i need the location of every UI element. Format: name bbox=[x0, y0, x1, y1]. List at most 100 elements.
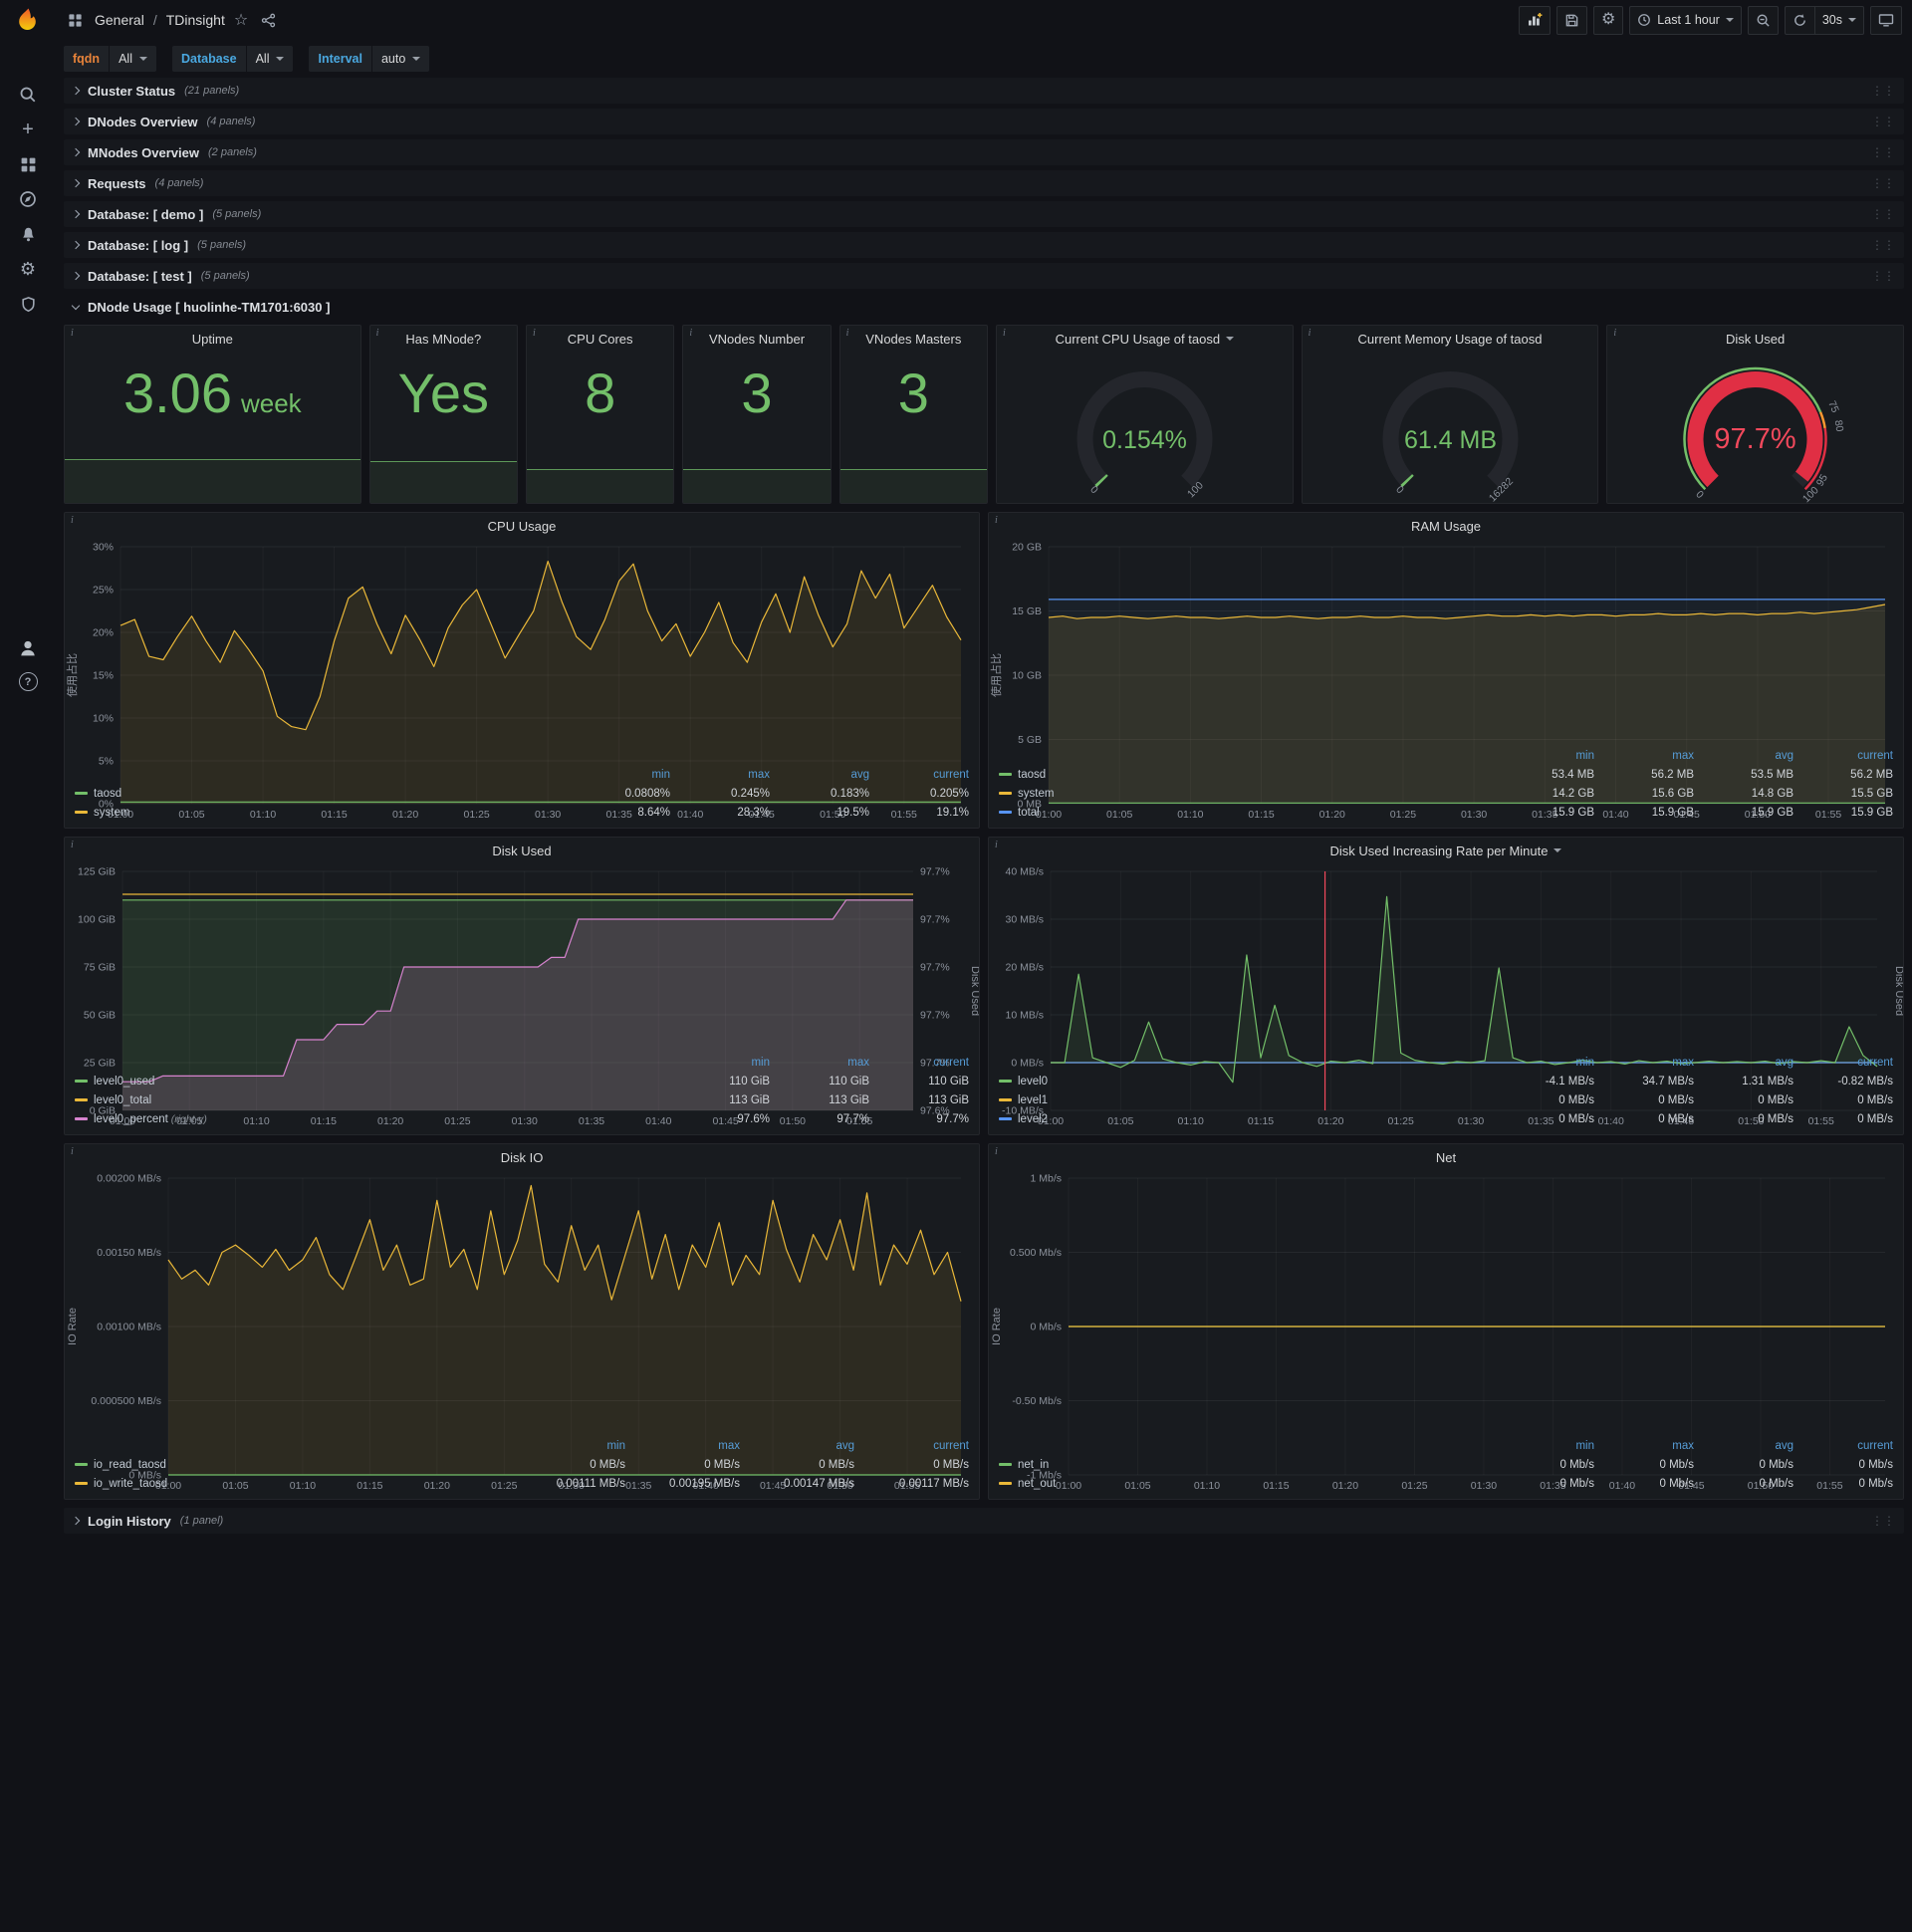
legend-series-name[interactable]: total bbox=[1018, 807, 1040, 819]
panel-info-icon[interactable]: i bbox=[71, 515, 74, 526]
legend-series-swatch[interactable] bbox=[999, 810, 1012, 814]
drag-handle-icon[interactable]: ⋮⋮ bbox=[1871, 176, 1895, 190]
dashboard-settings-button[interactable]: ⚙ bbox=[1592, 5, 1624, 35]
breadcrumb-section[interactable]: General bbox=[95, 12, 144, 28]
row-title[interactable]: Database: [ demo ] bbox=[88, 207, 203, 222]
legend-series-swatch[interactable] bbox=[75, 791, 88, 795]
refresh-interval-picker[interactable]: 30s bbox=[1813, 5, 1864, 35]
panel-info-icon[interactable]: i bbox=[71, 840, 74, 850]
legend-series-swatch[interactable] bbox=[999, 1462, 1012, 1466]
panel-title[interactable]: Net bbox=[989, 1144, 1903, 1170]
breadcrumb-title[interactable]: TDinsight bbox=[166, 12, 225, 28]
panel-info-icon[interactable]: i bbox=[376, 328, 379, 339]
legend-column-header[interactable]: avg bbox=[770, 766, 869, 784]
variable-value-dropdown[interactable]: All bbox=[246, 46, 294, 72]
panel-title[interactable]: Disk Used bbox=[1607, 326, 1903, 352]
legend-column-header[interactable]: max bbox=[670, 766, 770, 784]
row-title[interactable]: Login History bbox=[88, 1514, 171, 1529]
net-chart[interactable]: -1 Mb/s -0.50 Mb/s 0 Mb/s 0.500 Mb/s 1 Mb/s 0… bbox=[989, 1170, 1903, 1492]
legend-series-swatch[interactable] bbox=[75, 1462, 88, 1466]
legend-series-swatch[interactable] bbox=[75, 1097, 88, 1101]
disk-io-chart[interactable]: 0 MB/s 0.000500 MB/s 0.00100 MB/s 0.00150 M… bbox=[65, 1170, 979, 1492]
save-dashboard-button[interactable] bbox=[1555, 5, 1587, 35]
panel-info-icon[interactable]: i bbox=[689, 328, 692, 339]
disk-used-chart[interactable]: 0 GiB 97.6% 25 GiB 97.7% 50 GiB 97.7% 75 GiB 97… bbox=[65, 863, 979, 1128]
panel-title[interactable]: Disk Used Increasing Rate per Minute bbox=[989, 838, 1903, 863]
drag-handle-icon[interactable]: ⋮⋮ bbox=[1871, 1514, 1895, 1528]
row-database-log[interactable]: Database: [ log ] (5 panels) ⋮⋮ bbox=[64, 232, 1904, 258]
legend-series-name[interactable]: io_write_taosd bbox=[94, 1478, 167, 1490]
legend-series-name[interactable]: level1 bbox=[1018, 1094, 1048, 1106]
panel-info-icon[interactable]: i bbox=[71, 1146, 74, 1157]
row-title[interactable]: Database: [ test ] bbox=[88, 269, 192, 284]
panel-info-icon[interactable]: i bbox=[995, 840, 998, 850]
row-requests[interactable]: Requests (4 panels) ⋮⋮ bbox=[64, 170, 1904, 196]
legend-column-header[interactable]: min bbox=[571, 766, 670, 784]
panel-info-icon[interactable]: i bbox=[1309, 328, 1312, 339]
row-dnodes-overview[interactable]: DNodes Overview (4 panels) ⋮⋮ bbox=[64, 109, 1904, 134]
zoom-out-button[interactable] bbox=[1747, 5, 1779, 35]
drag-handle-icon[interactable]: ⋮⋮ bbox=[1871, 207, 1895, 221]
legend-column-header[interactable]: current bbox=[1793, 1437, 1893, 1455]
panel-info-icon[interactable]: i bbox=[995, 515, 998, 526]
legend-column-header[interactable]: max bbox=[1594, 1054, 1694, 1072]
drag-handle-icon[interactable]: ⋮⋮ bbox=[1871, 238, 1895, 252]
legend-column-header[interactable]: max bbox=[1594, 747, 1694, 765]
panel-title[interactable]: Disk IO bbox=[65, 1144, 979, 1170]
panel-title[interactable]: VNodes Masters bbox=[840, 326, 987, 352]
configuration-gear-icon[interactable]: ⚙ bbox=[17, 258, 39, 280]
panel-info-icon[interactable]: i bbox=[71, 328, 74, 339]
legend-column-header[interactable]: min bbox=[1495, 1054, 1594, 1072]
explore-compass-icon[interactable] bbox=[17, 188, 39, 210]
refresh-button[interactable] bbox=[1784, 5, 1814, 35]
panel-title[interactable]: Disk Used bbox=[65, 838, 979, 863]
legend-series-name[interactable]: level0_percent bbox=[94, 1113, 168, 1125]
legend-column-header[interactable]: avg bbox=[1694, 1437, 1793, 1455]
row-login-history[interactable]: Login History (1 panel) ⋮⋮ bbox=[64, 1508, 1904, 1534]
panel-title[interactable]: Has MNode? bbox=[370, 326, 517, 352]
legend-column-header[interactable]: avg bbox=[740, 1437, 854, 1455]
legend-series-name[interactable]: system bbox=[1018, 788, 1054, 800]
row-title[interactable]: Requests bbox=[88, 176, 146, 191]
add-panel-button[interactable] bbox=[1518, 5, 1551, 35]
legend-series-swatch[interactable] bbox=[999, 1097, 1012, 1101]
variable-value-dropdown[interactable]: All bbox=[110, 46, 156, 72]
disk-rate-chart[interactable]: -10 MB/s 0 MB/s 10 MB/s 20 MB/s 30 MB/s 40 MB… bbox=[989, 863, 1903, 1128]
legend-series-name[interactable]: level0_used bbox=[94, 1076, 154, 1087]
panel-title[interactable]: Uptime bbox=[65, 326, 360, 352]
panel-title[interactable]: Current Memory Usage of taosd bbox=[1303, 326, 1598, 352]
variable-value-dropdown[interactable]: auto bbox=[371, 46, 430, 72]
row-mnodes-overview[interactable]: MNodes Overview (2 panels) ⋮⋮ bbox=[64, 139, 1904, 165]
panel-title[interactable]: CPU Usage bbox=[65, 513, 979, 539]
legend-column-header[interactable]: min bbox=[1495, 1437, 1594, 1455]
alerting-bell-icon[interactable] bbox=[17, 223, 39, 245]
legend-series-swatch[interactable] bbox=[999, 772, 1012, 776]
share-icon[interactable] bbox=[257, 9, 279, 31]
legend-column-header[interactable]: max bbox=[770, 1054, 869, 1072]
panel-info-icon[interactable]: i bbox=[846, 328, 849, 339]
legend-column-header[interactable]: current bbox=[869, 766, 969, 784]
ram-usage-chart[interactable]: 0 MB 5 GB 10 GB 15 GB 20 GB 01:00 01:05 01:10 01… bbox=[989, 539, 1903, 821]
legend-column-header[interactable]: current bbox=[1793, 747, 1893, 765]
server-admin-shield-icon[interactable] bbox=[17, 293, 39, 315]
search-icon[interactable] bbox=[17, 84, 39, 106]
row-title[interactable]: DNodes Overview bbox=[88, 115, 198, 129]
legend-column-header[interactable]: current bbox=[869, 1054, 969, 1072]
user-avatar[interactable] bbox=[17, 637, 39, 659]
legend-series-swatch[interactable] bbox=[999, 1116, 1012, 1120]
panel-info-icon[interactable]: i bbox=[1003, 328, 1006, 339]
legend-series-swatch[interactable] bbox=[999, 1079, 1012, 1083]
cpu-usage-chart[interactable]: 0% 5% 10% 15% 20% 25% 30% 01:00 01:05 01:10 01:15 0… bbox=[65, 539, 979, 821]
row-dnode-usage[interactable]: DNode Usage [ huolinhe-TM1701:6030 ] bbox=[64, 294, 1904, 320]
panel-title[interactable]: CPU Cores bbox=[527, 326, 673, 352]
panel-info-icon[interactable]: i bbox=[995, 1146, 998, 1157]
star-icon[interactable]: ☆ bbox=[234, 10, 248, 30]
help-icon[interactable]: ? bbox=[18, 672, 38, 691]
row-title[interactable]: Cluster Status bbox=[88, 84, 175, 99]
legend-column-header[interactable]: current bbox=[854, 1437, 969, 1455]
time-range-picker[interactable]: Last 1 hour bbox=[1629, 5, 1742, 35]
drag-handle-icon[interactable]: ⋮⋮ bbox=[1871, 145, 1895, 159]
legend-series-name[interactable]: net_out bbox=[1018, 1478, 1056, 1490]
drag-handle-icon[interactable]: ⋮⋮ bbox=[1871, 115, 1895, 128]
legend-series-swatch[interactable] bbox=[75, 810, 88, 814]
